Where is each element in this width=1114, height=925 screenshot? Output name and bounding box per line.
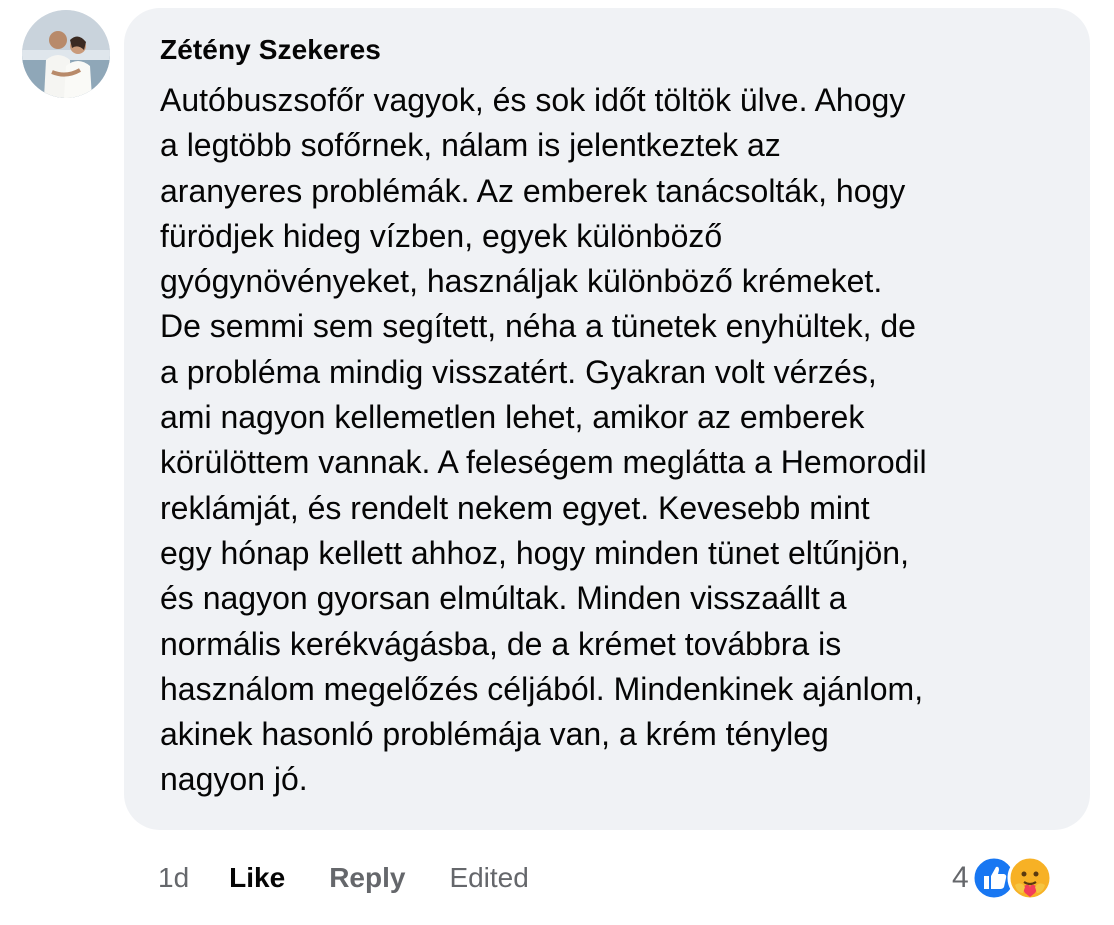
comment-author[interactable]: Zétény Szekeres — [160, 34, 381, 66]
comment-bubble: Zétény Szekeres Autóbuszsofőr vagyok, és… — [124, 8, 1090, 830]
comment-timestamp[interactable]: 1d — [158, 862, 189, 894]
avatar[interactable] — [22, 10, 110, 98]
reply-button[interactable]: Reply — [329, 862, 405, 894]
edited-label[interactable]: Edited — [449, 862, 528, 894]
comment-actions: 1d Like Reply Edited — [158, 858, 529, 898]
comment-text: Autóbuszsofőr vagyok, és sok időt töltök… — [160, 82, 927, 798]
reactions-summary[interactable]: 4 — [952, 852, 1053, 904]
care-reaction-icon — [1007, 855, 1053, 901]
avatar-photo — [22, 10, 110, 98]
reaction-count: 4 — [952, 861, 969, 894]
comment-container: Zétény Szekeres Autóbuszsofőr vagyok, és… — [0, 0, 1114, 925]
like-button[interactable]: Like — [229, 862, 285, 894]
